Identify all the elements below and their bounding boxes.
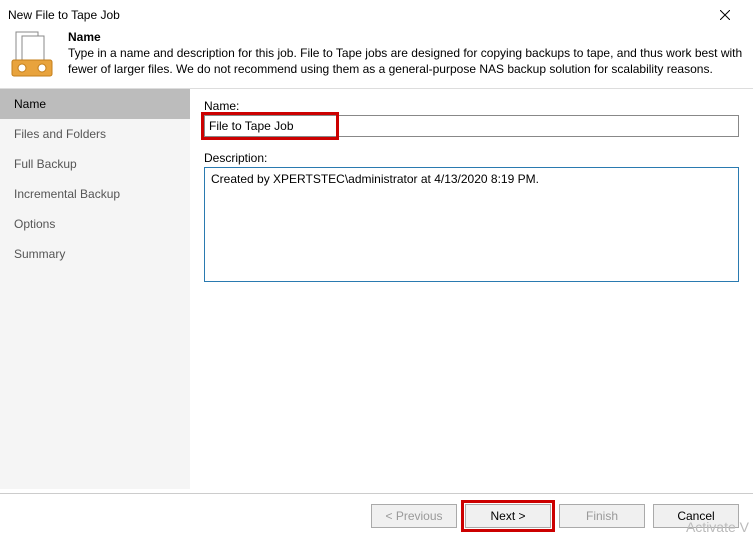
header-description: Type in a name and description for this …	[68, 45, 743, 77]
wizard-sidebar: Name Files and Folders Full Backup Incre…	[0, 89, 190, 489]
finish-button: Finish	[559, 504, 645, 528]
header-text: Name Type in a name and description for …	[68, 30, 743, 78]
cancel-button[interactable]: Cancel	[653, 504, 739, 528]
name-label: Name:	[204, 99, 739, 113]
sidebar-item-summary[interactable]: Summary	[0, 239, 190, 269]
name-field-wrap	[204, 115, 739, 137]
close-icon	[720, 10, 730, 20]
name-input[interactable]	[204, 115, 739, 137]
previous-button: < Previous	[371, 504, 457, 528]
wizard-header: Name Type in a name and description for …	[0, 26, 753, 89]
sidebar-item-options[interactable]: Options	[0, 209, 190, 239]
titlebar: New File to Tape Job	[0, 0, 753, 26]
next-button-wrap: Next >	[465, 504, 551, 528]
description-input[interactable]	[204, 167, 739, 282]
next-button[interactable]: Next >	[465, 504, 551, 528]
tape-job-icon	[10, 30, 58, 78]
header-title: Name	[68, 30, 743, 44]
description-label: Description:	[204, 151, 739, 165]
sidebar-item-full-backup[interactable]: Full Backup	[0, 149, 190, 179]
sidebar-item-incremental-backup[interactable]: Incremental Backup	[0, 179, 190, 209]
wizard-body: Name Files and Folders Full Backup Incre…	[0, 89, 753, 489]
wizard-footer: < Previous Next > Finish Cancel	[0, 493, 753, 537]
sidebar-item-files-folders[interactable]: Files and Folders	[0, 119, 190, 149]
close-button[interactable]	[705, 4, 745, 26]
wizard-main: Name: Description:	[190, 89, 753, 489]
sidebar-item-name[interactable]: Name	[0, 89, 190, 119]
window-title: New File to Tape Job	[8, 8, 120, 22]
